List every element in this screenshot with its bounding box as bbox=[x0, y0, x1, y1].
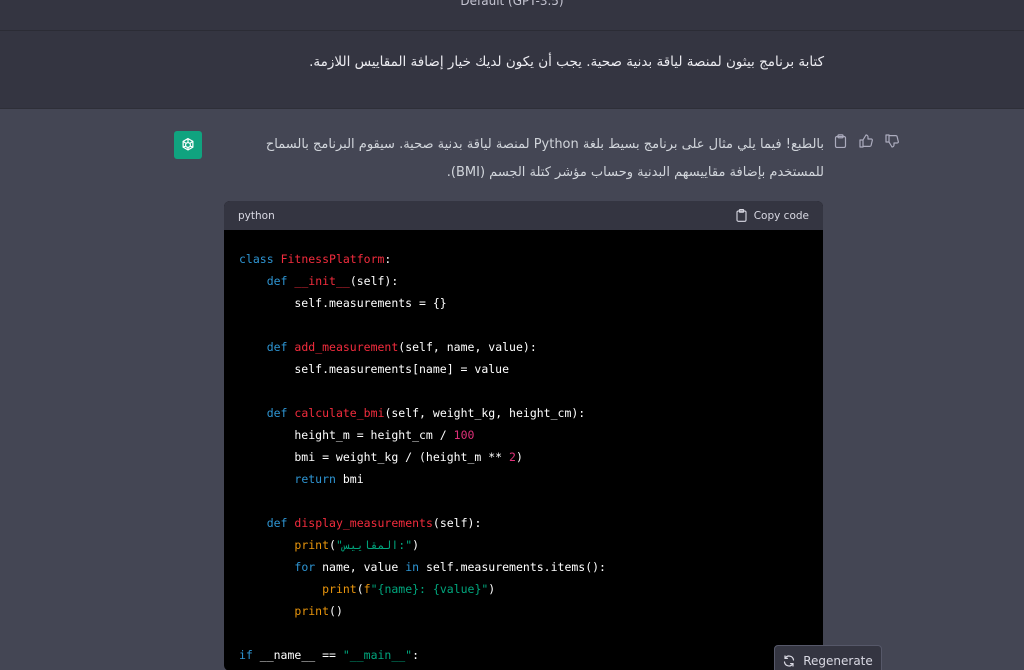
code-line: print(f"{name}: {value}") bbox=[322, 582, 496, 596]
code-line: def calculate_bmi(self, weight_kg, heigh… bbox=[266, 406, 586, 420]
code-block: python Copy code class FitnessPlatform: … bbox=[224, 201, 823, 670]
code-line: def add_measurement(self, name, value): bbox=[266, 340, 537, 354]
code-line: bmi = weight_kg / (height_m ** 2) bbox=[239, 450, 523, 464]
code-line: if __name__ == "__main__": bbox=[239, 648, 420, 662]
user-message: كتابة برنامج بيثون لمنصة لياقة بدنية صحي… bbox=[0, 31, 1024, 109]
code-line: class FitnessPlatform: bbox=[239, 252, 392, 266]
regenerate-button[interactable]: Regenerate bbox=[774, 645, 882, 670]
regenerate-label: Regenerate bbox=[803, 654, 873, 668]
model-label: Default (GPT-3.5) bbox=[460, 0, 564, 8]
code-line: def __init__(self): bbox=[266, 274, 399, 288]
code-content: class FitnessPlatform: def __init__(self… bbox=[224, 230, 823, 670]
code-line: print() bbox=[294, 604, 343, 618]
code-line: for name, value in self.measurements.ite… bbox=[294, 560, 606, 574]
code-header: python Copy code bbox=[224, 201, 823, 230]
code-line: ​ bbox=[239, 490, 808, 512]
thumbs-up-icon[interactable] bbox=[858, 133, 874, 149]
top-bar: Default (GPT-3.5) bbox=[0, 0, 1024, 31]
assistant-message: بالطبع! فيما يلي مثال على برنامج بسيط بل… bbox=[0, 109, 1024, 670]
code-line: ​ bbox=[239, 380, 808, 402]
thumbs-down-icon[interactable] bbox=[884, 133, 900, 149]
clipboard-icon[interactable] bbox=[832, 133, 848, 149]
code-language: python bbox=[238, 209, 275, 222]
code-line: ​ bbox=[239, 622, 808, 644]
code-line: self.measurements[name] = value bbox=[239, 362, 510, 376]
openai-logo-icon bbox=[174, 131, 202, 159]
code-line: ​ bbox=[239, 314, 808, 336]
assistant-message-text: بالطبع! فيما يلي مثال على برنامج بسيط بل… bbox=[265, 137, 824, 180]
code-line: self.measurements = {} bbox=[239, 296, 447, 310]
user-message-text: كتابة برنامج بيثون لمنصة لياقة بدنية صحي… bbox=[309, 54, 824, 70]
refresh-icon bbox=[784, 655, 795, 667]
copy-code-button[interactable]: Copy code bbox=[736, 209, 809, 222]
clipboard-icon bbox=[736, 209, 747, 222]
code-line: return bmi bbox=[294, 472, 364, 486]
code-line: print("المقاييس:") bbox=[294, 538, 420, 552]
code-line: height_m = height_cm / 100 bbox=[239, 428, 475, 442]
copy-code-label: Copy code bbox=[753, 209, 809, 222]
code-line: def display_measurements(self): bbox=[266, 516, 482, 530]
message-actions bbox=[832, 133, 900, 149]
